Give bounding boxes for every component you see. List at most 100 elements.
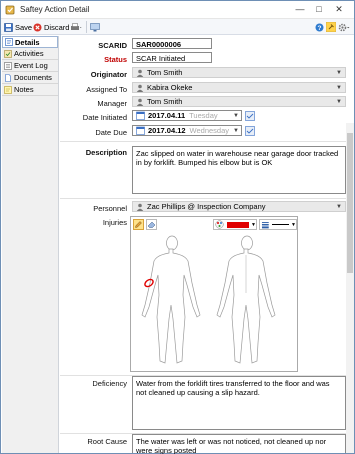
date-due-label: Date Due bbox=[95, 128, 127, 137]
originator-value: Tom Smith bbox=[147, 68, 183, 77]
person-icon bbox=[136, 98, 144, 106]
chevron-down-icon: ▼ bbox=[336, 204, 342, 210]
save-icon bbox=[4, 22, 13, 32]
section-divider bbox=[60, 141, 352, 142]
assigned-label: Assigned To bbox=[86, 85, 127, 94]
discard-icon bbox=[33, 23, 42, 31]
maximize-button[interactable]: □ bbox=[311, 3, 327, 16]
root-cause-label: Root Cause bbox=[87, 437, 127, 446]
date-initiated-value: 2017.04.11 bbox=[148, 111, 186, 120]
palette-icon bbox=[215, 220, 224, 229]
eraser-tool-button[interactable] bbox=[146, 219, 157, 230]
discard-label: Discard bbox=[44, 22, 70, 32]
manager-label: Manager bbox=[97, 99, 127, 108]
sidebar: Details Activities Event Log Documents N… bbox=[2, 36, 59, 453]
date-due-day: Wednesday bbox=[189, 126, 230, 135]
minimize-button[interactable]: — bbox=[292, 3, 308, 16]
date-initiated-label: Date Initiated bbox=[82, 113, 127, 122]
print-icon bbox=[71, 22, 82, 30]
person-icon bbox=[136, 203, 144, 211]
section-divider bbox=[60, 198, 352, 199]
assigned-dropdown[interactable]: Kabira Okeke ▼ bbox=[132, 82, 346, 93]
sidebar-item-event-log[interactable]: Event Log bbox=[2, 60, 58, 72]
discard-button[interactable]: Discard bbox=[33, 20, 69, 34]
sidebar-item-details[interactable]: Details bbox=[2, 36, 58, 48]
injuries-label: Injuries bbox=[102, 218, 127, 227]
pen-tool-button[interactable] bbox=[133, 219, 144, 230]
deficiency-label: Deficiency bbox=[92, 379, 127, 388]
details-panel: SCARID SAR0000006 Status SCAR Initiated … bbox=[60, 36, 354, 454]
line-width-preview bbox=[271, 224, 290, 225]
deficiency-textarea[interactable]: Water from the forklift tires transferre… bbox=[132, 376, 346, 430]
date-initiated-picker[interactable]: 2017.04.11 Tuesday ▼ bbox=[132, 110, 242, 121]
eraser-icon bbox=[147, 221, 156, 228]
vertical-scrollbar[interactable] bbox=[346, 123, 354, 453]
app-icon bbox=[5, 5, 15, 15]
originator-dropdown[interactable]: Tom Smith ▼ bbox=[132, 67, 346, 78]
pin-icon bbox=[326, 22, 336, 32]
chevron-down-icon: ▼ bbox=[336, 99, 342, 105]
toolbar-separator bbox=[86, 21, 87, 33]
sidebar-item-label: Documents bbox=[14, 73, 52, 82]
person-icon bbox=[136, 69, 144, 77]
date-due-value: 2017.04.12 bbox=[148, 126, 186, 135]
sidebar-item-label: Details bbox=[15, 37, 40, 47]
scrollbar-thumb[interactable] bbox=[347, 133, 353, 273]
details-icon bbox=[5, 38, 13, 46]
date-due-picker[interactable]: 2017.04.12 Wednesday ▼ bbox=[132, 125, 242, 136]
close-button[interactable]: ✕ bbox=[331, 3, 347, 16]
activities-icon bbox=[4, 49, 12, 58]
chevron-down-icon: ▼ bbox=[251, 221, 256, 228]
description-label: Description bbox=[85, 148, 127, 157]
scarid-field[interactable]: SAR0000006 bbox=[132, 38, 212, 49]
root-cause-textarea[interactable]: The water was left or was not noticed, n… bbox=[132, 434, 346, 454]
assigned-value: Kabira Okeke bbox=[147, 83, 193, 92]
chevron-down-icon: ▼ bbox=[336, 70, 342, 76]
help-icon: ? bbox=[315, 23, 324, 32]
originator-label: Originator bbox=[90, 70, 127, 79]
chevron-down-icon: ▼ bbox=[336, 85, 342, 91]
email-button[interactable] bbox=[90, 20, 100, 34]
title-bar: Saftey Action Detail — □ ✕ bbox=[1, 1, 354, 19]
print-button[interactable] bbox=[70, 20, 82, 34]
description-textarea[interactable]: Zac slipped on water in warehouse near g… bbox=[132, 146, 346, 194]
personnel-value: Zac Phillips @ Inspection Company bbox=[147, 202, 266, 211]
manager-value: Tom Smith bbox=[147, 97, 183, 106]
date-initiated-day: Tuesday bbox=[189, 111, 218, 120]
status-label: Status bbox=[104, 55, 127, 64]
sidebar-item-activities[interactable]: Activities bbox=[2, 48, 58, 60]
sidebar-item-notes[interactable]: Notes bbox=[2, 84, 58, 96]
personnel-dropdown[interactable]: Zac Phillips @ Inspection Company ▼ bbox=[132, 201, 346, 212]
status-field[interactable]: SCAR Initiated bbox=[132, 52, 212, 63]
body-front-figure bbox=[141, 235, 201, 364]
svg-text:?: ? bbox=[318, 25, 322, 32]
date-initiated-calendar-button[interactable] bbox=[245, 111, 255, 121]
calendar-icon bbox=[136, 111, 145, 120]
help-button[interactable]: ? bbox=[315, 20, 324, 34]
toolbar: Save Discard ? bbox=[1, 19, 354, 35]
line-width-icon bbox=[261, 222, 269, 229]
person-icon bbox=[136, 84, 144, 92]
line-width-picker[interactable]: ▼ bbox=[259, 219, 297, 230]
sidebar-item-label: Activities bbox=[14, 49, 44, 58]
save-label: Save bbox=[15, 22, 33, 32]
window: Saftey Action Detail — □ ✕ Save Discard bbox=[0, 0, 355, 454]
body-back-figure bbox=[216, 235, 276, 364]
body-diagram[interactable] bbox=[133, 233, 295, 369]
notes-icon bbox=[4, 85, 12, 94]
selected-color-swatch bbox=[227, 221, 249, 228]
personnel-label: Personnel bbox=[93, 204, 127, 213]
calendar-icon bbox=[136, 126, 145, 135]
monitor-icon bbox=[90, 22, 100, 31]
pencil-icon bbox=[135, 221, 142, 228]
injuries-diagram-panel: ▼ ▼ bbox=[130, 216, 298, 372]
chevron-down-icon: ▼ bbox=[233, 128, 239, 134]
color-picker[interactable]: ▼ bbox=[213, 219, 257, 230]
event-log-icon bbox=[4, 61, 12, 70]
sidebar-item-documents[interactable]: Documents bbox=[2, 72, 58, 84]
manager-dropdown[interactable]: Tom Smith ▼ bbox=[132, 96, 346, 107]
settings-button[interactable] bbox=[338, 20, 350, 34]
pin-button[interactable] bbox=[326, 20, 336, 34]
save-button[interactable]: Save bbox=[4, 20, 32, 34]
date-due-calendar-button[interactable] bbox=[245, 126, 255, 136]
